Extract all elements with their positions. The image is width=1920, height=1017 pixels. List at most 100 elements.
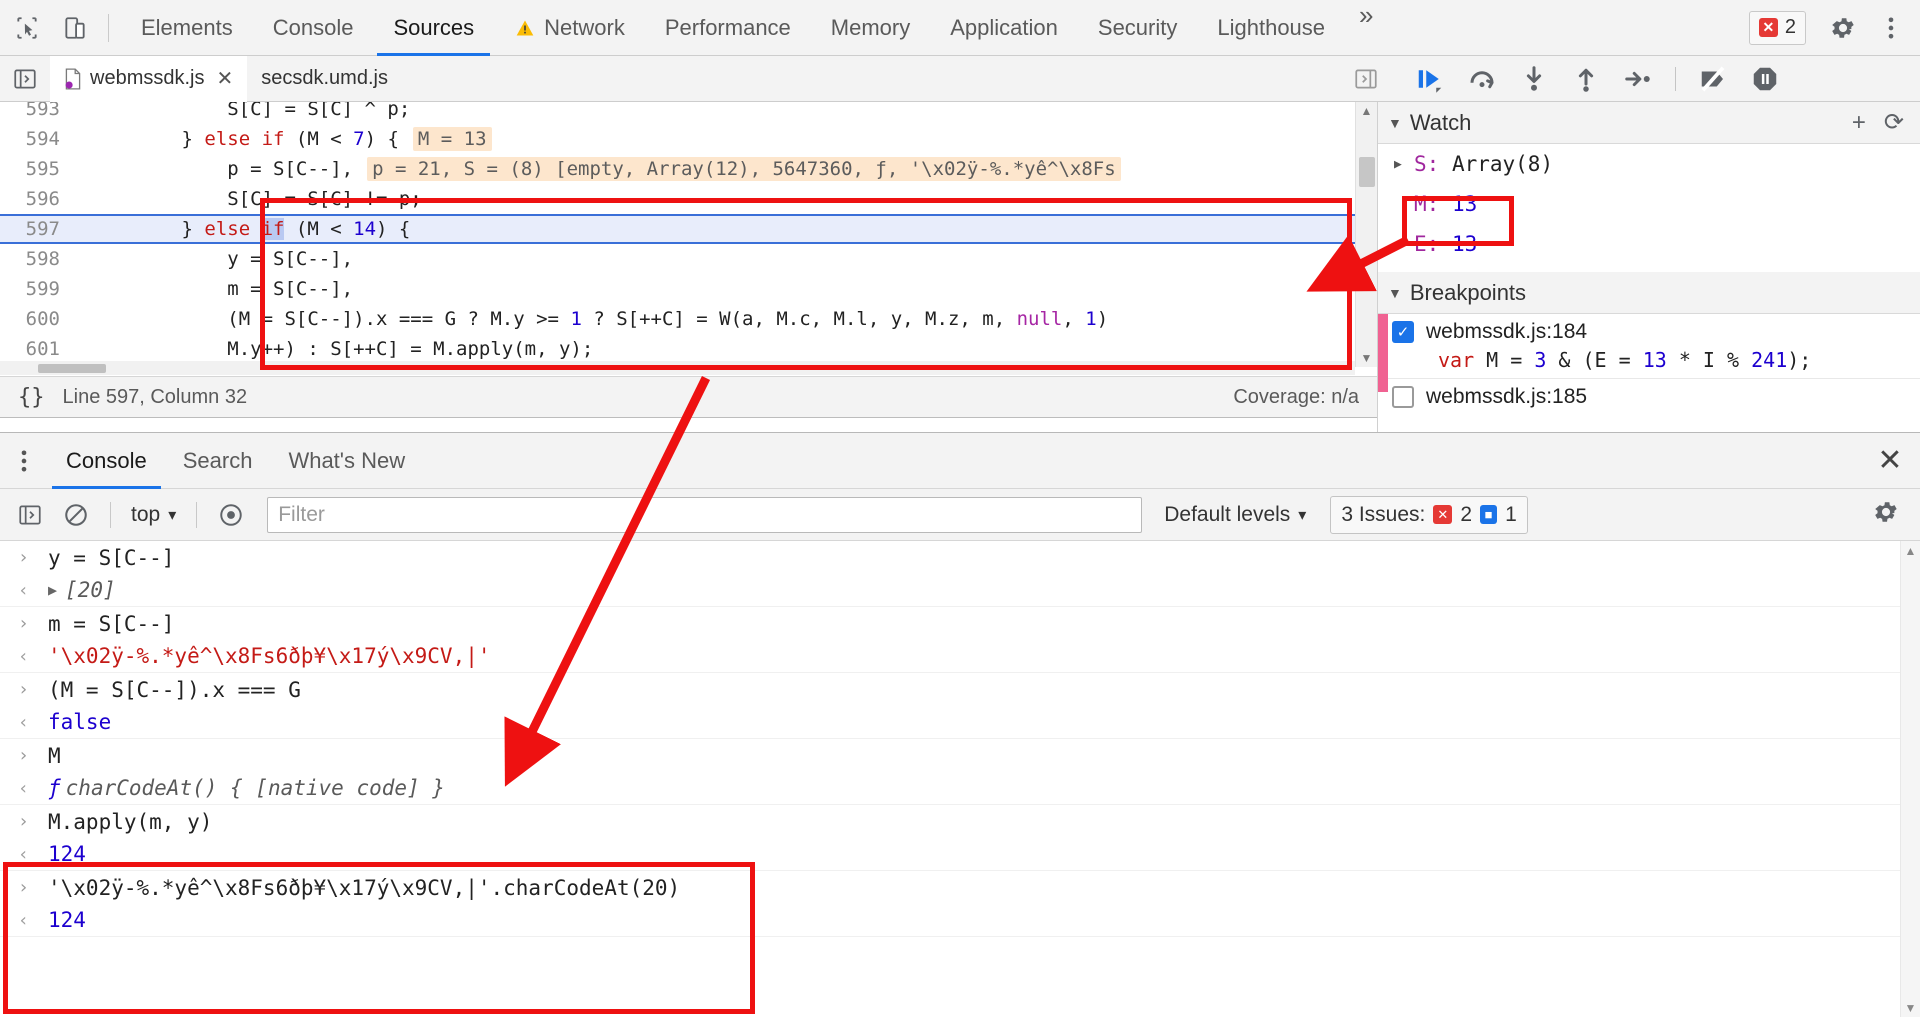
code-line-599[interactable]: 599 m = S[C--], bbox=[0, 274, 1355, 304]
editor-hscroll-thumb[interactable] bbox=[38, 364, 106, 373]
console-input-row[interactable]: › M bbox=[0, 739, 1920, 772]
drawer-tab-search[interactable]: Search bbox=[165, 433, 271, 489]
add-watch-expression-icon[interactable]: + bbox=[1852, 110, 1866, 135]
clear-console-icon[interactable] bbox=[56, 495, 96, 535]
console-input-row[interactable]: › (M = S[C--]).x === G bbox=[0, 673, 1920, 706]
step-into-next-function-call-button[interactable] bbox=[1519, 64, 1549, 94]
close-drawer-icon[interactable]: ✕ bbox=[1860, 433, 1920, 488]
line-number[interactable]: 596 bbox=[0, 188, 74, 210]
source-code-editor[interactable]: 593 S[C] = S[C] ^ p; 594 } else if (M < 7… bbox=[0, 102, 1355, 367]
code-line-596[interactable]: 596 S[C] = S[C] != p; bbox=[0, 184, 1355, 214]
watch-row-M[interactable]: M: 13 bbox=[1378, 184, 1920, 224]
debugger-divider bbox=[1675, 66, 1676, 91]
expand-triangle-icon[interactable]: ▶ bbox=[48, 581, 57, 599]
editor-horizontal-scrollbar[interactable] bbox=[0, 361, 1355, 375]
step-button[interactable] bbox=[1623, 64, 1653, 94]
console-input-row[interactable]: › m = S[C--] bbox=[0, 607, 1920, 640]
console-output-row[interactable]: ‹ 124 bbox=[0, 838, 1920, 871]
console-message-list[interactable]: › y = S[C--] ‹ ▶ [20] › m = S[C--] ‹ '\x02ÿ-%.*y… bbox=[0, 541, 1920, 1017]
breakpoint-item-184[interactable]: ✓ webmssdk.js:184 var M = 3 & (E = 13 * … bbox=[1378, 314, 1920, 379]
tab-performance[interactable]: Performance bbox=[645, 0, 811, 56]
show-debugger-sidebar-icon[interactable] bbox=[1349, 62, 1383, 96]
device-toolbar-icon[interactable] bbox=[54, 7, 96, 49]
tab-console[interactable]: Console bbox=[253, 0, 374, 56]
tab-application[interactable]: Application bbox=[930, 0, 1078, 56]
console-scroll-down-icon[interactable]: ▼ bbox=[1901, 1001, 1920, 1015]
console-settings-gear-icon[interactable] bbox=[1872, 498, 1910, 531]
more-panels-chevron-icon[interactable]: » bbox=[1345, 0, 1387, 56]
console-vertical-scrollbar[interactable]: ▲ ▼ bbox=[1900, 541, 1920, 1017]
breakpoint-checkbox[interactable] bbox=[1392, 386, 1414, 408]
tab-sources[interactable]: Sources bbox=[373, 0, 494, 56]
console-output-row[interactable]: ‹ 124 bbox=[0, 904, 1920, 937]
console-sidebar-toggle-icon[interactable] bbox=[10, 495, 50, 535]
close-icon[interactable]: ✕ bbox=[216, 66, 233, 91]
line-number[interactable]: 598 bbox=[0, 248, 74, 270]
console-output-row[interactable]: ‹ ƒ charCodeAt() { [native code] } bbox=[0, 772, 1920, 805]
log-levels-selector[interactable]: Default levels ▾ bbox=[1164, 503, 1306, 527]
console-output-row[interactable]: ‹ ▶ [20] bbox=[0, 574, 1920, 607]
line-number[interactable]: 594 bbox=[0, 128, 74, 150]
tab-network[interactable]: Network bbox=[494, 0, 645, 56]
issues-counter-button[interactable]: 3 Issues: ✕ 2 ■ 1 bbox=[1330, 495, 1528, 534]
breakpoint-item-185[interactable]: webmssdk.js:185 bbox=[1378, 379, 1920, 415]
watch-row-E[interactable]: E: 13 bbox=[1378, 224, 1920, 264]
tab-elements[interactable]: Elements bbox=[121, 0, 253, 56]
editor-scroll-thumb[interactable] bbox=[1359, 157, 1375, 187]
editor-vertical-scrollbar[interactable]: ▲ ▼ bbox=[1355, 102, 1377, 367]
scroll-up-arrow-icon[interactable]: ▲ bbox=[1356, 102, 1377, 118]
console-output-row[interactable]: ‹ '\x02ÿ-%.*yê^\x8Fs6ðþ¥\x17ý\x9CV,|' bbox=[0, 640, 1920, 673]
watch-row-S[interactable]: ▶ S: Array(8) bbox=[1378, 144, 1920, 184]
code-line-598[interactable]: 598 y = S[C--], bbox=[0, 244, 1355, 274]
code-line-601[interactable]: 601 M.y++) : S[++C] = M.apply(m, y); bbox=[0, 334, 1355, 364]
refresh-watch-icon[interactable]: ⟳ bbox=[1884, 110, 1904, 135]
tab-security[interactable]: Security bbox=[1078, 0, 1197, 56]
code-line-593[interactable]: 593 S[C] = S[C] ^ p; bbox=[0, 102, 1355, 124]
step-out-of-current-function-button[interactable] bbox=[1571, 64, 1601, 94]
scroll-down-arrow-icon[interactable]: ▼ bbox=[1356, 351, 1377, 365]
inspect-cursor-icon[interactable] bbox=[6, 7, 48, 49]
error-count-badge[interactable]: ✕ 2 bbox=[1748, 10, 1806, 45]
resume-script-execution-button[interactable] bbox=[1415, 64, 1445, 94]
console-output-row[interactable]: ‹ false bbox=[0, 706, 1920, 739]
tab-lighthouse[interactable]: Lighthouse bbox=[1197, 0, 1345, 56]
drawer-tab-console[interactable]: Console bbox=[48, 433, 165, 489]
watch-section-header[interactable]: ▼ Watch + ⟳ bbox=[1378, 102, 1920, 144]
line-number[interactable]: 601 bbox=[0, 338, 74, 360]
deactivate-breakpoints-button[interactable] bbox=[1698, 64, 1728, 94]
line-number[interactable]: 597 bbox=[0, 218, 74, 240]
tab-memory-label: Memory bbox=[830, 14, 911, 40]
code-line-600[interactable]: 600 (M = S[C--]).x === G ? M.y >= 1 ? S[… bbox=[0, 304, 1355, 334]
line-number[interactable]: 599 bbox=[0, 278, 74, 300]
console-scroll-up-icon[interactable]: ▲ bbox=[1901, 541, 1920, 558]
console-input-row[interactable]: › M.apply(m, y) bbox=[0, 805, 1920, 838]
code-line-595[interactable]: 595 p = S[C--], p = 21, S = (8) [empty, A… bbox=[0, 154, 1355, 184]
console-filter-input[interactable]: Filter bbox=[267, 496, 1143, 533]
line-number[interactable]: 600 bbox=[0, 308, 74, 330]
execution-context-selector[interactable]: top ▾ bbox=[125, 503, 182, 527]
toolbar-divider bbox=[108, 13, 109, 42]
step-over-next-function-call-button[interactable] bbox=[1467, 64, 1497, 94]
file-tab-webmssdk[interactable]: webmssdk.js ✕ bbox=[50, 55, 248, 102]
pause-on-exceptions-button[interactable] bbox=[1750, 64, 1780, 94]
pretty-print-icon[interactable]: {} bbox=[18, 385, 45, 410]
code-line-594[interactable]: 594 } else if (M < 7) {M = 13 bbox=[0, 124, 1355, 154]
line-number[interactable]: 595 bbox=[0, 158, 74, 180]
drawer-tab-whats-new[interactable]: What's New bbox=[270, 433, 423, 489]
more-tools-kebab-icon[interactable] bbox=[0, 433, 48, 488]
tab-memory[interactable]: Memory bbox=[811, 0, 930, 56]
code-token: M.y++) : S[++C] = M.apply(m, y); bbox=[90, 338, 594, 360]
code-line-597[interactable]: 597 } else if (M < 14) { bbox=[0, 214, 1355, 244]
file-tab-secsdk[interactable]: secsdk.umd.js bbox=[247, 56, 402, 102]
breakpoint-checkbox[interactable]: ✓ bbox=[1392, 321, 1414, 343]
live-expression-eye-icon[interactable] bbox=[211, 495, 251, 535]
console-input-row[interactable]: › y = S[C--] bbox=[0, 541, 1920, 574]
show-navigator-icon[interactable] bbox=[8, 62, 42, 96]
gear-icon[interactable] bbox=[1822, 7, 1864, 49]
line-number[interactable]: 593 bbox=[0, 102, 74, 120]
breakpoints-section-header[interactable]: ▼ Breakpoints bbox=[1378, 272, 1920, 314]
tab-lighthouse-label: Lighthouse bbox=[1217, 14, 1326, 40]
expand-chevron-right-icon[interactable]: ▶ bbox=[1394, 157, 1414, 172]
kebab-menu-icon[interactable] bbox=[1870, 7, 1912, 49]
console-input-row[interactable]: › '\x02ÿ-%.*yê^\x8Fs6ðþ¥\x17ý\x9CV,|'.cha… bbox=[0, 871, 1920, 904]
